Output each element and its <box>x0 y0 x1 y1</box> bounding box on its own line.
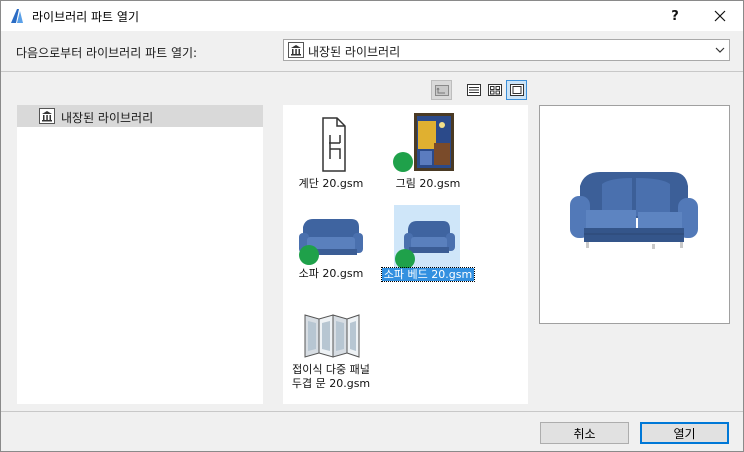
open-library-part-dialog: 라이브러리 파트 열기 ? 다음으로부터 라이브러리 파트 열기: 내장된 라이… <box>0 0 744 452</box>
close-icon <box>714 10 726 22</box>
source-dropdown[interactable]: 내장된 라이브러리 <box>283 39 730 61</box>
archicad-app-icon <box>8 7 26 25</box>
close-button[interactable] <box>698 1 742 31</box>
list-view-button[interactable] <box>463 80 484 100</box>
part-tile-sofa-bed[interactable]: 소파 베드 20.gsm <box>380 205 476 285</box>
part-caption-line-1: 접이식 다중 패널 <box>292 363 370 376</box>
sofa-icon <box>299 219 363 255</box>
chevron-down-icon <box>715 47 725 53</box>
folder-up-icon <box>434 85 449 96</box>
footer-divider <box>1 411 743 412</box>
selected-caption: 소파 베드 20.gsm <box>380 267 476 282</box>
part-tile-folding-door[interactable]: 접이식 다중 패널 두겹 문 20.gsm <box>283 309 379 401</box>
grid-view-icon <box>487 84 502 96</box>
status-dot <box>299 245 319 265</box>
document-chair-icon <box>322 117 346 172</box>
parts-grid: 계단 20.gsm 그림 20.gsm 소파 20.gsm 소파 베드 20.g… <box>283 105 528 404</box>
source-row: 다음으로부터 라이브러리 파트 열기: 내장된 라이브러리 <box>1 31 743 71</box>
window-title: 라이브러리 파트 열기 <box>32 10 139 24</box>
library-tree: 내장된 라이브러리 <box>17 105 263 404</box>
list-view-icon <box>466 84 481 96</box>
status-dot <box>395 249 415 269</box>
cancel-button[interactable]: 취소 <box>540 422 629 444</box>
picture-frame-icon <box>414 113 454 171</box>
source-selected-value: 내장된 라이브러리 <box>308 45 401 59</box>
source-label: 다음으로부터 라이브러리 파트 열기: <box>16 46 198 60</box>
status-dot <box>393 152 413 172</box>
preview-panel <box>539 105 730 324</box>
help-button[interactable]: ? <box>653 1 697 31</box>
library-icon <box>39 108 55 124</box>
title-bar: 라이브러리 파트 열기 ? <box>1 1 743 31</box>
part-caption: 그림 20.gsm <box>395 177 461 190</box>
part-caption: 소파 20.gsm <box>298 267 364 280</box>
part-caption-line-2: 두겹 문 20.gsm <box>291 377 371 390</box>
part-caption: 소파 베드 20.gsm <box>380 267 476 282</box>
preview-view-button[interactable] <box>506 80 527 100</box>
tree-item-label: 내장된 라이브러리 <box>61 111 154 125</box>
preview-view-icon <box>509 84 524 96</box>
part-tile-sofa[interactable]: 소파 20.gsm <box>283 205 379 285</box>
part-tile-stair[interactable]: 계단 20.gsm <box>283 113 379 193</box>
open-button[interactable]: 열기 <box>640 422 729 444</box>
part-tile-picture[interactable]: 그림 20.gsm <box>380 113 476 193</box>
header-divider <box>1 71 743 72</box>
library-icon <box>288 42 304 58</box>
part-caption: 계단 20.gsm <box>298 177 364 190</box>
tree-item-embedded-library[interactable]: 내장된 라이브러리 <box>17 105 263 127</box>
sofa-bed-preview-image <box>570 172 698 249</box>
grid-view-button[interactable] <box>484 80 505 100</box>
folder-up-button[interactable] <box>431 80 452 100</box>
